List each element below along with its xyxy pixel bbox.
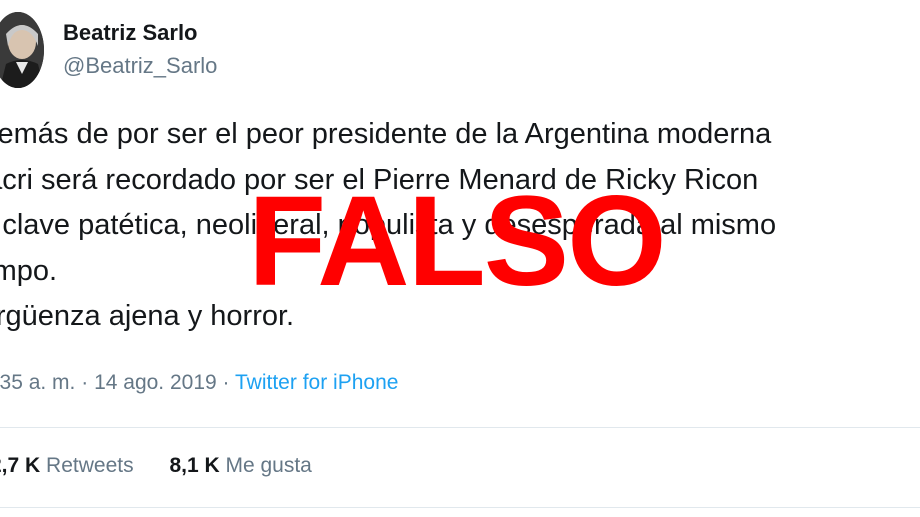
tweet-meta: 1:35 a. m. · 14 ago. 2019 · Twitter for … xyxy=(0,371,398,395)
author-handle[interactable]: @Beatriz_Sarlo xyxy=(63,53,217,79)
tweet-time[interactable]: 1:35 a. m. xyxy=(0,371,75,394)
retweets-label: Retweets xyxy=(46,454,134,477)
tweet-text-line: Además de por ser el peor presidente de … xyxy=(0,118,772,150)
tweet-stats: 2,7 K Retweets 8,1 K Me gusta xyxy=(0,454,342,478)
meta-separator: · xyxy=(81,371,89,394)
divider xyxy=(0,507,920,508)
author-name[interactable]: Beatriz Sarlo xyxy=(63,20,198,46)
avatar-photo xyxy=(0,12,44,88)
retweets-stat[interactable]: 2,7 K Retweets xyxy=(0,454,134,478)
avatar[interactable] xyxy=(0,12,44,88)
falso-stamp: FALSO xyxy=(248,170,667,313)
divider xyxy=(0,427,920,428)
likes-count: 8,1 K xyxy=(169,454,220,477)
meta-separator: · xyxy=(222,371,230,394)
likes-label: Me gusta xyxy=(225,454,312,477)
likes-stat[interactable]: 8,1 K Me gusta xyxy=(169,454,311,478)
retweets-count: 2,7 K xyxy=(0,454,41,477)
tweet-date[interactable]: 14 ago. 2019 xyxy=(94,371,217,394)
tweet-source-link[interactable]: Twitter for iPhone xyxy=(235,371,398,394)
